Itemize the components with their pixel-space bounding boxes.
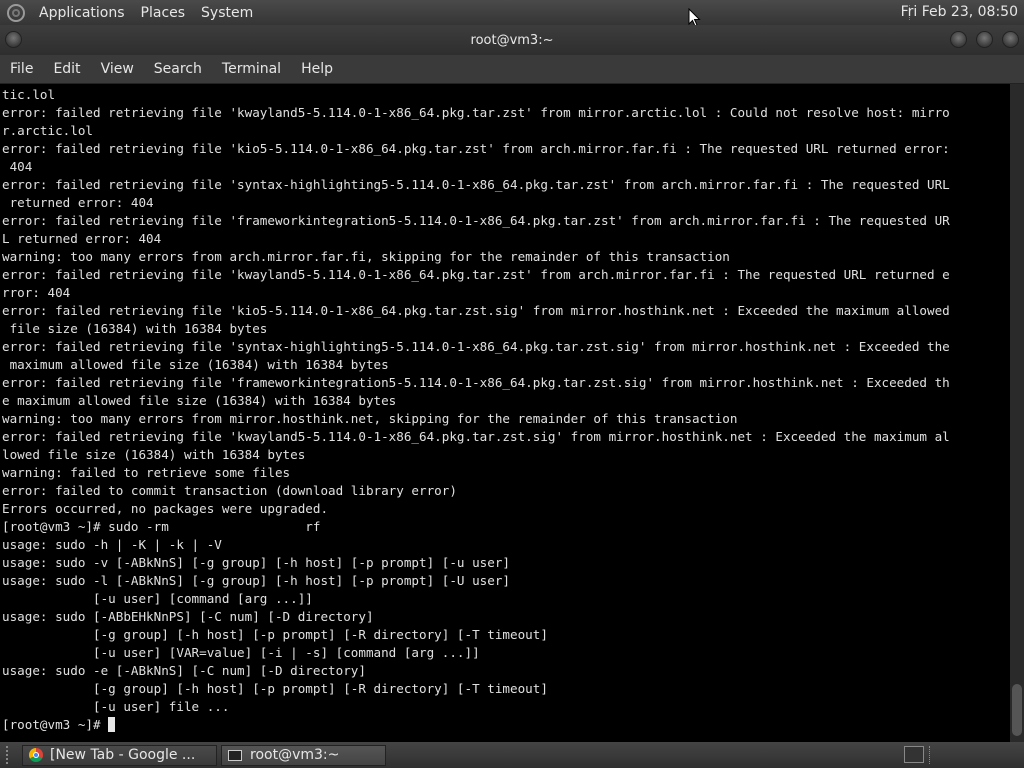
terminal-prompt-line[interactable]: [root@vm3 ~]# (2, 716, 1010, 734)
menu-terminal[interactable]: Terminal (212, 61, 291, 77)
terminal-line: [root@vm3 ~]# sudo -rm rf (2, 519, 321, 534)
terminal-line: tic.lol (2, 87, 56, 102)
terminal-line: [-u user] file ... (2, 699, 230, 714)
chrome-icon (29, 748, 43, 762)
menu-applications[interactable]: Applications (31, 5, 133, 21)
task-label: root@vm3:~ (250, 747, 340, 763)
menu-help[interactable]: Help (291, 61, 343, 77)
terminal-line: [-g group] [-h host] [-p prompt] [-R dir… (2, 627, 548, 642)
terminal-line: error: failed retrieving file 'syntax-hi… (2, 339, 950, 354)
terminal-line: lowed file size (16384) with 16384 bytes (2, 447, 306, 462)
menu-search[interactable]: Search (144, 61, 212, 77)
terminal-line: error: failed retrieving file 'framework… (2, 375, 950, 390)
terminal-line: returned error: 404 (2, 195, 154, 210)
terminal-line: 404 (2, 159, 33, 174)
terminal-line: e maximum allowed file size (16384) with… (2, 393, 397, 408)
top-panel: Applications Places System Fri Feb 23, 0… (0, 0, 1024, 25)
terminal-line: error: failed retrieving file 'kwayland5… (2, 105, 950, 120)
terminal-line: file size (16384) with 16384 bytes (2, 321, 268, 336)
terminal-line: r.arctic.lol (2, 123, 93, 138)
terminal-line: warning: too many errors from arch.mirro… (2, 249, 730, 264)
bottom-taskbar: [New Tab - Google ... root@vm3:~ (0, 742, 1024, 768)
close-button[interactable] (1002, 31, 1019, 48)
menu-view[interactable]: View (91, 61, 144, 77)
terminal-line: error: failed retrieving file 'kio5-5.11… (2, 141, 950, 156)
menu-places[interactable]: Places (133, 5, 194, 21)
task-label: [New Tab - Google ... (50, 747, 196, 763)
terminal-line: usage: sudo [-ABbEHkNnPS] [-C num] [-D d… (2, 609, 374, 624)
shell-prompt: [root@vm3 ~]# (2, 717, 109, 732)
tray-separator (929, 746, 932, 764)
terminal-line: usage: sudo -l [-ABkNnS] [-g group] [-h … (2, 573, 510, 588)
terminal-line: error: failed retrieving file 'kwayland5… (2, 267, 950, 282)
terminal-line: rror: 404 (2, 285, 71, 300)
terminal-line: [-u user] [command [arg ...]] (2, 591, 313, 606)
window-title: root@vm3:~ (470, 32, 554, 48)
window-titlebar[interactable]: root@vm3:~ (0, 25, 1024, 55)
clock[interactable]: Fri Feb 23, 08:50 (901, 4, 1018, 20)
minimize-button[interactable] (950, 31, 967, 48)
terminal-line: [-u user] [VAR=value] [-i | -s] [command… (2, 645, 480, 660)
terminal-line: error: failed retrieving file 'framework… (2, 213, 950, 228)
distro-logo-icon[interactable] (7, 3, 25, 22)
menu-system[interactable]: System (193, 5, 261, 21)
menu-edit[interactable]: Edit (43, 61, 90, 77)
terminal-line: error: failed retrieving file 'kwayland5… (2, 429, 950, 444)
terminal-line: usage: sudo -h | -K | -k | -V (2, 537, 222, 552)
terminal-output[interactable]: tic.lol error: failed retrieving file 'kw… (0, 84, 1010, 742)
terminal-line: maximum allowed file size (16384) with 1… (2, 357, 389, 372)
terminal-line: warning: too many errors from mirror.hos… (2, 411, 738, 426)
terminal-line: error: failed to commit transaction (dow… (2, 483, 457, 498)
maximize-button[interactable] (976, 31, 993, 48)
taskbar-handle[interactable] (6, 746, 16, 764)
task-terminal[interactable]: root@vm3:~ (221, 744, 386, 766)
task-chrome[interactable]: [New Tab - Google ... (22, 744, 217, 766)
terminal-line: [-g group] [-h host] [-p prompt] [-R dir… (2, 681, 548, 696)
text-cursor (108, 717, 116, 732)
window-menu-icon[interactable] (5, 31, 22, 48)
terminal-line: error: failed retrieving file 'syntax-hi… (2, 177, 950, 192)
terminal-line: warning: failed to retrieve some files (2, 465, 291, 480)
terminal-menubar: File Edit View Search Terminal Help (0, 55, 1024, 84)
terminal-line: error: failed retrieving file 'kio5-5.11… (2, 303, 950, 318)
menu-file[interactable]: File (0, 61, 43, 77)
scrollbar-thumb[interactable] (1012, 684, 1022, 736)
terminal-line: usage: sudo -v [-ABkNnS] [-g group] [-h … (2, 555, 510, 570)
terminal-icon (228, 749, 242, 761)
show-desktop-icon[interactable] (904, 746, 924, 763)
terminal-line: Errors occurred, no packages were upgrad… (2, 501, 329, 516)
terminal-scrollbar[interactable] (1010, 84, 1024, 742)
terminal-line: L returned error: 404 (2, 231, 162, 246)
terminal-line: usage: sudo -e [-ABkNnS] [-C num] [-D di… (2, 663, 366, 678)
